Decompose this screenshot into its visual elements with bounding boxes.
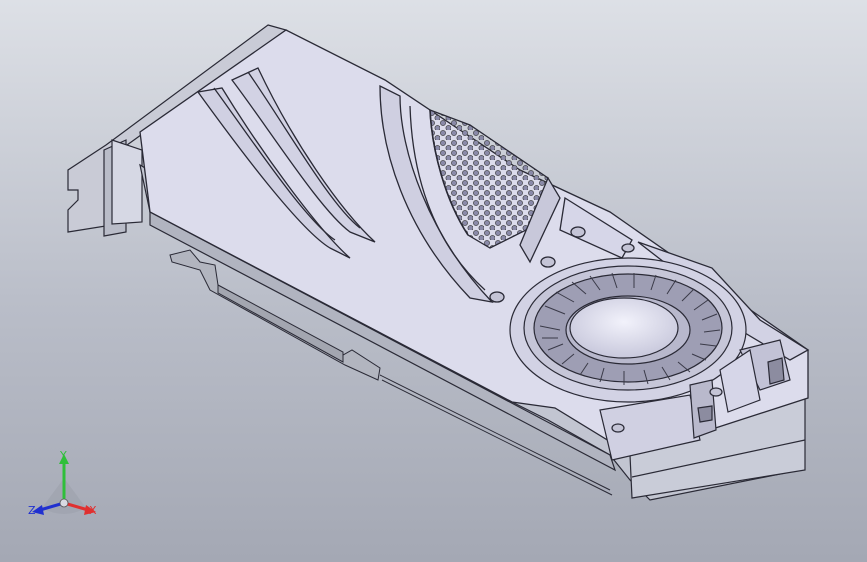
- y-axis-label: Y: [60, 449, 67, 462]
- z-axis-label: Z: [28, 504, 36, 517]
- cad-viewport[interactable]: Y X Z: [0, 0, 867, 562]
- coordinate-triad: Y X Z: [22, 448, 106, 524]
- x-axis-label: X: [89, 504, 97, 517]
- graphics-card-model[interactable]: [0, 0, 867, 562]
